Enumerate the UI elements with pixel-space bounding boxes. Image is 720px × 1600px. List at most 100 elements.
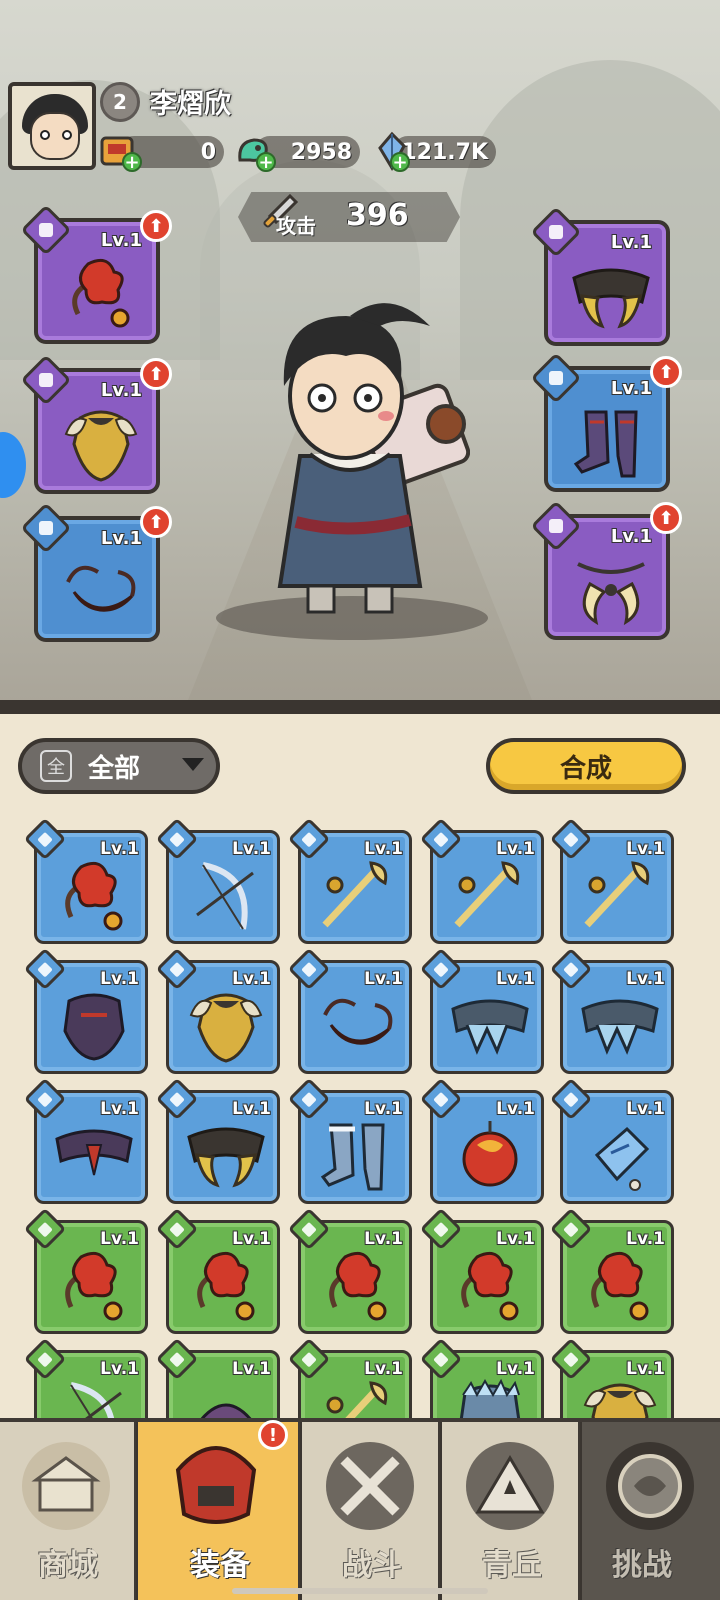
hero-character[interactable] (250, 286, 470, 626)
filter-label: 全部 (88, 754, 141, 784)
flower-weapon-icon (72, 258, 130, 328)
resource-crystal-value: 121.7K (401, 139, 488, 165)
shop-icon (22, 1442, 110, 1530)
tab-shop[interactable]: 商城 (0, 1422, 134, 1600)
resource-jade-value: 2958 (290, 139, 352, 165)
add-jade-button[interactable]: + (256, 152, 276, 173)
flower-weapon-icon (65, 1251, 123, 1321)
item-level: Lv.1 (496, 1229, 535, 1249)
claw-belt-icon (572, 268, 650, 329)
equip-slot-belt[interactable]: Lv.1 (530, 206, 670, 346)
item-level: Lv.1 (364, 1359, 403, 1379)
equip-slot-necklace[interactable]: Lv.1 (20, 502, 160, 642)
item-level: Lv.1 (100, 1229, 139, 1249)
item-level: Lv.1 (364, 969, 403, 989)
equip-level: Lv.1 (610, 378, 652, 399)
red-amulet-icon (323, 998, 393, 1045)
item-level: Lv.1 (626, 1099, 665, 1119)
tab-challenge[interactable]: 挑战 (580, 1422, 720, 1600)
tab-shop-label: 商城 (38, 1548, 98, 1583)
player-name: 李熠欣 (150, 89, 231, 120)
upgrade-arrow-icon: ⬆ (650, 502, 682, 534)
craft-button[interactable]: 合成 (486, 738, 686, 794)
item-level: Lv.1 (364, 1229, 403, 1249)
bow-icon (196, 862, 254, 930)
dark-armor-icon (63, 993, 125, 1061)
equip-level: Lv.1 (610, 526, 652, 547)
dark-boots-icon (573, 410, 638, 478)
equipment-helmet-icon (175, 1446, 257, 1524)
item-level: Lv.1 (626, 1359, 665, 1379)
flower-weapon-icon (329, 1251, 387, 1321)
claw-belt-icon (187, 1127, 265, 1188)
golden-staff-icon (322, 861, 388, 928)
resource-scroll-value: 0 (200, 139, 216, 165)
flower-weapon-icon (591, 1251, 649, 1321)
item-level: Lv.1 (626, 969, 665, 989)
golden-armor-icon (189, 993, 263, 1063)
item-level: Lv.1 (496, 969, 535, 989)
flower-weapon-icon (197, 1251, 255, 1321)
flower-weapon-icon (461, 1251, 519, 1321)
item-level: Lv.1 (100, 839, 139, 859)
tab-battle-label: 战斗 (342, 1548, 402, 1583)
equip-slot-boots[interactable]: Lv.1 (530, 352, 670, 492)
crystal-charm-icon (594, 1126, 650, 1191)
chevron-down-icon (182, 758, 204, 771)
ice-belt-icon (451, 999, 529, 1055)
crossed-swords-icon (326, 1442, 414, 1530)
fang-pendant-icon (577, 562, 645, 626)
attack-value: 396 (346, 198, 409, 233)
item-level: Lv.1 (232, 969, 271, 989)
home-indicator (232, 1588, 488, 1594)
mountain-icon (466, 1442, 554, 1530)
equip-level: Lv.1 (100, 230, 142, 251)
item-level: Lv.1 (100, 969, 139, 989)
challenge-orb-icon (606, 1442, 694, 1530)
item-level: Lv.1 (496, 839, 535, 859)
item-level: Lv.1 (100, 1359, 139, 1379)
attack-label: 攻击 (276, 214, 316, 238)
ice-belt-icon (581, 999, 659, 1055)
item-level: Lv.1 (232, 1359, 271, 1379)
item-level: Lv.1 (626, 839, 665, 859)
tab-qingqiu[interactable]: 青丘 (440, 1422, 578, 1600)
fire-orb-icon (462, 1121, 518, 1187)
dark-belt-icon (55, 1129, 133, 1176)
upgrade-arrow-icon: ⬆ (650, 356, 682, 388)
tab-qingqiu-label: 青丘 (482, 1548, 542, 1583)
item-level: Lv.1 (626, 1229, 665, 1249)
item-level: Lv.1 (496, 1359, 535, 1379)
tab-equipment-label: 装备 (190, 1548, 250, 1583)
golden-armor-icon (64, 410, 138, 482)
equip-level: Lv.1 (610, 232, 652, 253)
item-level: Lv.1 (232, 1099, 271, 1119)
equip-slot-weapon[interactable]: Lv.1 (20, 204, 160, 344)
scene-divider (0, 700, 720, 714)
red-amulet-icon (66, 565, 136, 612)
equip-slot-ring[interactable]: Lv.1 (530, 500, 670, 640)
upgrade-arrow-icon: ⬆ (140, 210, 172, 242)
flower-weapon-icon (65, 861, 123, 931)
add-crystal-button[interactable]: + (390, 152, 410, 173)
item-level: Lv.1 (232, 839, 271, 859)
equip-level: Lv.1 (100, 380, 142, 401)
player-level-badge: 2 (100, 82, 140, 122)
player-avatar[interactable] (8, 82, 96, 170)
upgrade-arrow-icon: ⬆ (140, 506, 172, 538)
upgrade-arrow-icon: ⬆ (140, 358, 172, 390)
tab-battle[interactable]: 战斗 (300, 1422, 438, 1600)
filter-all-icon: 全 (40, 750, 72, 782)
ice-boots-icon (320, 1123, 385, 1191)
item-level: Lv.1 (100, 1099, 139, 1119)
equip-level: Lv.1 (100, 528, 142, 549)
item-level: Lv.1 (364, 839, 403, 859)
tab-challenge-label: 挑战 (612, 1548, 672, 1583)
golden-staff-icon (584, 861, 650, 928)
equip-slot-armor[interactable]: Lv.1 (20, 354, 160, 494)
add-scroll-button[interactable]: + (122, 152, 142, 173)
alert-badge: ! (258, 1420, 288, 1450)
item-level: Lv.1 (364, 1099, 403, 1119)
item-level: Lv.1 (232, 1229, 271, 1249)
item-level: Lv.1 (496, 1099, 535, 1119)
